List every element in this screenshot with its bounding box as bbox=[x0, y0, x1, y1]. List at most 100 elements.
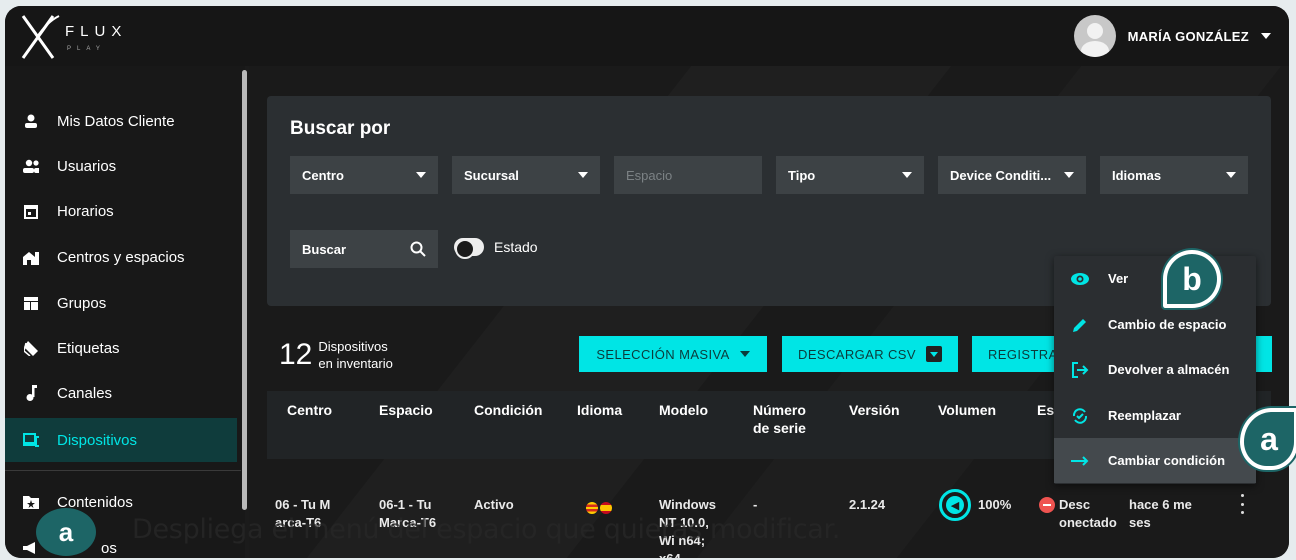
estado-label: Estado bbox=[494, 239, 538, 255]
logo-subtext: PLAY bbox=[67, 46, 106, 52]
inventory-count: 12 Dispositivos en inventario bbox=[279, 338, 393, 372]
sidebar-item-label: Dispositivos bbox=[57, 431, 138, 449]
sidebar-item-label: Centros y espacios bbox=[57, 248, 185, 266]
flag-spain-icon bbox=[600, 501, 612, 514]
sidebar-item-label: Usuarios bbox=[57, 157, 117, 175]
sidebar-item-canales[interactable]: Canales bbox=[5, 371, 237, 415]
col-idioma[interactable]: Idioma bbox=[577, 401, 622, 419]
bulk-select-label: SELECCIÓN MASIVA bbox=[596, 346, 730, 362]
folder-star-icon bbox=[23, 494, 39, 510]
row-menu-kebab-icon[interactable] bbox=[1239, 494, 1245, 514]
download-icon bbox=[925, 346, 942, 362]
filter-device-condition[interactable]: Device Conditi... bbox=[938, 156, 1086, 194]
sidebar-item-usuarios[interactable]: Usuarios bbox=[5, 144, 237, 188]
col-centro[interactable]: Centro bbox=[287, 401, 332, 419]
filter-placeholder: Espacio bbox=[626, 167, 673, 183]
chevron-down-icon bbox=[578, 172, 588, 178]
col-espacio[interactable]: Espacio bbox=[379, 401, 433, 419]
user-menu[interactable]: MARÍA GONZÁLEZ bbox=[1073, 15, 1271, 57]
col-modelo[interactable]: Modelo bbox=[659, 401, 708, 419]
volume-icon[interactable]: ◀ bbox=[939, 489, 971, 521]
cell-serie: - bbox=[753, 497, 758, 512]
calendar-icon bbox=[23, 203, 39, 219]
arrow-right-icon bbox=[1070, 451, 1090, 471]
replace-icon bbox=[1070, 406, 1090, 426]
sidebar-scrollbar[interactable] bbox=[242, 70, 247, 510]
menu-item-reemplazar[interactable]: Reemplazar bbox=[1054, 393, 1256, 438]
estado-toggle-group: Estado bbox=[454, 238, 538, 259]
sidebar-item-label: os bbox=[101, 539, 117, 557]
avatar bbox=[1073, 15, 1116, 57]
menu-item-ver[interactable]: Ver bbox=[1054, 256, 1256, 301]
filter-idiomas[interactable]: Idiomas bbox=[1100, 156, 1248, 194]
return-icon bbox=[1070, 360, 1090, 380]
filter-centro[interactable]: Centro bbox=[290, 156, 438, 194]
menu-item-label: Devolver a almacén bbox=[1108, 362, 1230, 377]
chevron-down-icon bbox=[902, 172, 912, 178]
sidebar-item-label: Etiquetas bbox=[57, 339, 120, 357]
search-input[interactable]: Buscar bbox=[290, 230, 438, 268]
sidebar-item-etiquetas[interactable]: Etiquetas bbox=[5, 326, 237, 370]
logo-text: FLUX bbox=[65, 23, 127, 40]
filter-label: Centro bbox=[302, 167, 344, 183]
inventory-label-line2: en inventario bbox=[318, 356, 393, 371]
sidebar-item-label: Mis Datos Cliente bbox=[57, 112, 175, 130]
flag-catalan-icon bbox=[586, 501, 598, 514]
sidebar-item-horarios[interactable]: Horarios bbox=[5, 189, 237, 233]
download-csv-label: DESCARGAR CSV bbox=[798, 346, 916, 362]
chevron-down-icon bbox=[739, 351, 750, 357]
annotation-badge-a: a bbox=[1240, 408, 1296, 470]
filter-label: Idiomas bbox=[1112, 167, 1162, 183]
pencil-icon bbox=[1070, 315, 1090, 335]
filter-label: Sucursal bbox=[464, 167, 519, 183]
filter-tipo[interactable]: Tipo bbox=[776, 156, 924, 194]
cell-version: 2.1.24 bbox=[849, 497, 886, 512]
filter-espacio-input[interactable]: Espacio bbox=[614, 156, 762, 194]
top-bar: FLUX PLAY MARÍA GONZÁLEZ bbox=[5, 6, 1289, 66]
inventory-label-line1: Dispositivos bbox=[318, 339, 388, 354]
col-version[interactable]: Versión bbox=[849, 401, 900, 419]
sidebar-item-dispositivos[interactable]: Dispositivos bbox=[5, 418, 237, 462]
filter-label: Device Conditi... bbox=[950, 167, 1052, 183]
devices-icon bbox=[23, 432, 39, 448]
chevron-down-icon bbox=[1064, 172, 1074, 178]
annotation-badge-a-caption: a bbox=[36, 508, 96, 556]
users-icon bbox=[23, 158, 39, 174]
chevron-down-icon bbox=[1226, 172, 1236, 178]
menu-item-label: Ver bbox=[1108, 271, 1129, 286]
col-volumen[interactable]: Volumen bbox=[938, 401, 996, 419]
menu-item-devolver-almacen[interactable]: Devolver a almacén bbox=[1054, 347, 1256, 392]
sidebar-item-mis-datos[interactable]: Mis Datos Cliente bbox=[5, 99, 237, 143]
sidebar-item-label: Grupos bbox=[57, 294, 107, 312]
search-placeholder: Buscar bbox=[302, 241, 347, 257]
sidebar: Mis Datos Cliente Usuarios Horarios Cent… bbox=[5, 66, 247, 558]
col-condicion[interactable]: Condición bbox=[474, 401, 542, 419]
cell-condicion: Activo bbox=[474, 497, 514, 512]
col-numero-serie[interactable]: Número de serie bbox=[753, 401, 823, 437]
cell-ultima-conexion: hace 6 me ses bbox=[1129, 497, 1192, 530]
filter-sucursal[interactable]: Sucursal bbox=[452, 156, 600, 194]
sidebar-divider bbox=[5, 470, 241, 471]
menu-item-cambiar-condicion[interactable]: Cambiar condición bbox=[1054, 438, 1256, 483]
annotation-badge-b: b bbox=[1163, 250, 1221, 308]
inventory-count-label: Dispositivos en inventario bbox=[318, 338, 392, 372]
eye-icon bbox=[1070, 269, 1090, 289]
sidebar-item-grupos[interactable]: Grupos bbox=[5, 281, 237, 325]
sidebar-item-label: Horarios bbox=[57, 202, 114, 220]
chevron-down-icon bbox=[416, 172, 426, 178]
menu-item-label: Cambiar condición bbox=[1108, 453, 1226, 468]
tag-icon bbox=[23, 340, 39, 356]
sidebar-item-label: Canales bbox=[57, 384, 113, 402]
person-icon bbox=[23, 113, 39, 129]
download-csv-button[interactable]: DESCARGAR CSV bbox=[782, 336, 958, 372]
user-name: MARÍA GONZÁLEZ bbox=[1127, 28, 1249, 44]
sidebar-item-centros[interactable]: Centros y espacios bbox=[5, 235, 237, 279]
music-note-icon bbox=[23, 385, 39, 401]
annotation-caption: Despliega el menú del espacio que quiera… bbox=[132, 514, 841, 545]
menu-item-label: Cambio de espacio bbox=[1108, 317, 1227, 332]
estado-toggle[interactable] bbox=[454, 238, 484, 259]
grid-icon bbox=[23, 295, 39, 311]
bulk-select-button[interactable]: SELECCIÓN MASIVA bbox=[579, 336, 767, 372]
flux-play-logo[interactable]: FLUX PLAY bbox=[19, 12, 129, 64]
menu-item-cambio-espacio[interactable]: Cambio de espacio bbox=[1054, 302, 1256, 347]
